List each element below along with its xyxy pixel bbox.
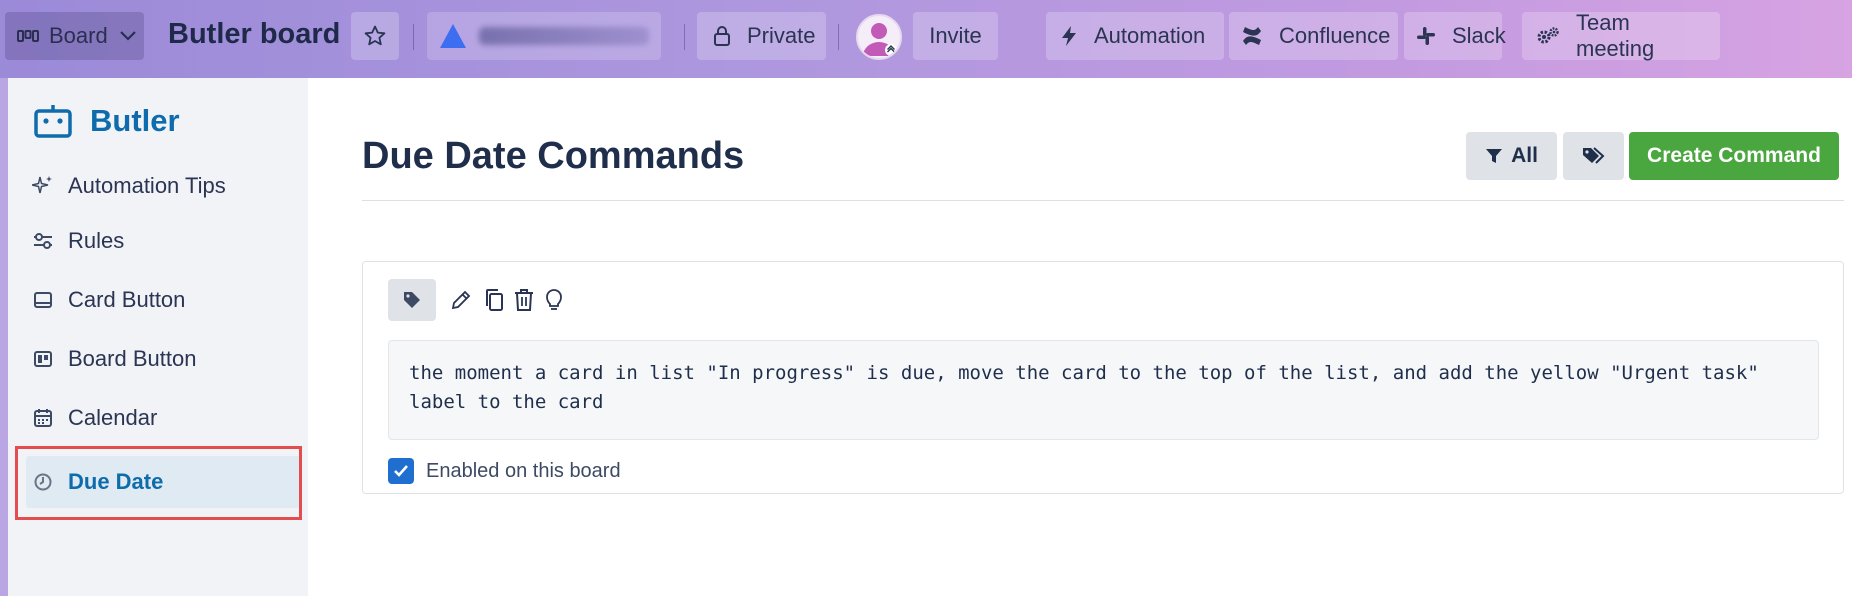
board-icon xyxy=(34,351,52,367)
workspace-button[interactable] xyxy=(427,12,661,60)
tag-icon xyxy=(404,292,420,308)
command-card: the moment a card in list "In progress" … xyxy=(362,261,1844,494)
title-divider xyxy=(362,200,1844,201)
gears-icon xyxy=(1537,27,1559,44)
sidebar-item-label: Rules xyxy=(68,228,125,253)
workspace-logo-icon xyxy=(440,24,466,48)
trash-icon xyxy=(515,289,533,311)
copy-icon xyxy=(486,289,503,311)
board-view-switcher[interactable]: Board xyxy=(5,12,144,60)
calendar-icon xyxy=(34,409,52,427)
card-icon xyxy=(34,292,52,308)
edit-command-button[interactable] xyxy=(446,279,476,321)
sparkle-icon xyxy=(32,176,52,194)
main-content: Due Date Commands All Create Command the… xyxy=(308,78,1852,596)
butler-header: Butler xyxy=(34,103,180,139)
filter-icon xyxy=(1486,149,1503,163)
sidebar-item-board-button[interactable]: Board Button xyxy=(30,333,296,385)
lightbulb-icon xyxy=(546,289,562,310)
chevron-down-icon xyxy=(119,31,136,41)
team-meeting-button[interactable]: Team meeting xyxy=(1522,10,1720,61)
lightning-icon xyxy=(1062,26,1076,46)
enabled-label: Enabled on this board xyxy=(426,459,621,482)
invite-button[interactable]: Invite xyxy=(913,12,998,60)
checkmark-icon xyxy=(394,465,408,477)
header-divider xyxy=(684,24,685,50)
star-icon xyxy=(364,25,386,46)
sidebar-item-automation-tips[interactable]: Automation Tips xyxy=(30,160,296,212)
butler-robot-icon xyxy=(34,105,72,138)
sidebar-item-rules[interactable]: Rules xyxy=(30,215,296,267)
confluence-button[interactable]: Confluence xyxy=(1229,12,1398,60)
visibility-button[interactable]: Private xyxy=(697,12,826,60)
command-text: the moment a card in list "In progress" … xyxy=(388,340,1819,440)
tag-command-button[interactable] xyxy=(388,279,436,321)
header-divider xyxy=(413,24,414,50)
automation-label: Automation xyxy=(1094,23,1206,48)
create-command-button[interactable]: Create Command xyxy=(1629,132,1839,180)
tags-button[interactable] xyxy=(1563,132,1624,180)
board-view-icon xyxy=(17,30,39,42)
user-avatar-icon xyxy=(863,23,897,56)
copy-command-button[interactable] xyxy=(479,279,509,321)
sidebar-item-label: Automation Tips xyxy=(68,173,226,198)
confluence-label: Confluence xyxy=(1279,23,1391,48)
slack-button[interactable]: Slack xyxy=(1404,12,1506,60)
delete-command-button[interactable] xyxy=(509,279,539,321)
sliders-icon xyxy=(34,233,52,249)
board-view-label: Board xyxy=(49,23,108,48)
workspace-name-redacted xyxy=(479,27,649,45)
team-meeting-label: Team meeting xyxy=(1576,10,1655,61)
sidebar-item-label: Card Button xyxy=(68,287,186,312)
header-divider xyxy=(838,24,839,50)
confluence-icon xyxy=(1243,27,1261,45)
butler-title: Butler xyxy=(90,103,180,138)
star-button[interactable] xyxy=(351,12,399,60)
enabled-toggle[interactable]: Enabled on this board xyxy=(388,458,621,484)
filter-all-label: All xyxy=(1511,144,1538,167)
filter-all-button[interactable]: All xyxy=(1466,132,1557,180)
sidebar-item-label: Calendar xyxy=(68,405,158,430)
automation-button[interactable]: Automation xyxy=(1046,12,1224,60)
board-title[interactable]: Butler board xyxy=(168,18,340,51)
board-header: Board Butler board Private Invite Automa… xyxy=(0,0,1852,78)
enabled-checkbox[interactable] xyxy=(388,458,414,484)
sidebar-item-card-button[interactable]: Card Button xyxy=(30,274,296,326)
page-title: Due Date Commands xyxy=(362,135,745,177)
sidebar-item-calendar[interactable]: Calendar xyxy=(30,392,296,444)
pencil-icon xyxy=(451,290,471,310)
lock-people-icon xyxy=(714,26,730,46)
slack-label: Slack xyxy=(1452,23,1506,48)
due-date-highlight-box xyxy=(15,446,302,520)
slack-icon xyxy=(1417,27,1435,45)
avatar[interactable] xyxy=(856,14,902,60)
tags-icon xyxy=(1582,147,1604,164)
sidebar-item-label: Board Button xyxy=(68,346,197,371)
visibility-label: Private xyxy=(747,23,816,48)
lightbulb-command-button[interactable] xyxy=(539,279,569,321)
